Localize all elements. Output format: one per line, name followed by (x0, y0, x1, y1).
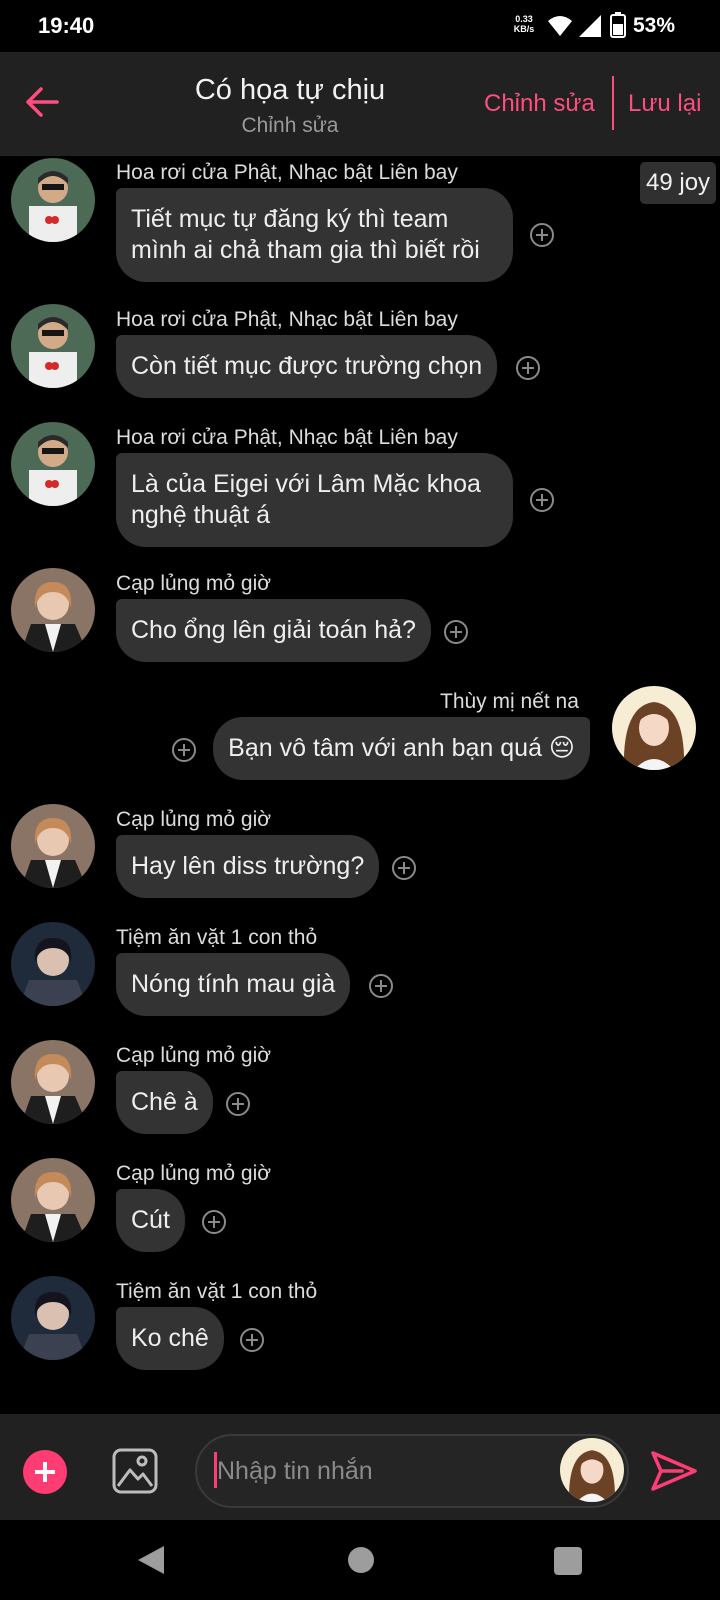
sender-name: Hoa rơi cửa Phật, Nhạc bật Liên bay (116, 161, 458, 184)
recent-square-icon[interactable] (554, 1547, 582, 1575)
message-bubble[interactable]: Nóng tính mau già (116, 953, 351, 1016)
react-plus-icon[interactable] (530, 223, 554, 247)
sender-name: Tiệm ăn vặt 1 con thỏ (116, 1280, 318, 1303)
back-arrow-icon[interactable] (25, 85, 59, 119)
joy-badge: 49 joy (640, 162, 717, 204)
battery-percent: 53% (633, 14, 676, 37)
signal-icon (579, 15, 601, 37)
sender-name: Cạp lủng mỏ giờ (116, 808, 272, 831)
react-plus-icon[interactable] (369, 974, 393, 998)
react-plus-icon[interactable] (172, 738, 196, 762)
send-icon[interactable] (650, 1449, 698, 1493)
react-plus-icon[interactable] (516, 356, 540, 380)
chat-title: Có họa tự chịu (194, 74, 386, 106)
status-bar: 19:40 0.33 KB/s 53% (0, 0, 720, 52)
message-bubble[interactable]: Là của Eigei với Lâm Mặc khoa nghệ thuật… (116, 453, 513, 547)
message-bubble[interactable]: Tiết mục tự đăng ký thì team mình ai chả… (116, 188, 513, 282)
avatar[interactable] (612, 686, 696, 770)
sender-name: Cạp lủng mỏ giờ (116, 1162, 272, 1185)
status-time: 19:40 (38, 13, 95, 38)
sender-name: Cạp lủng mỏ giờ (116, 1044, 272, 1067)
edit-button[interactable]: Chỉnh sửa (484, 90, 595, 118)
message-bubble[interactable]: Chê à (116, 1071, 213, 1134)
home-circle-icon[interactable] (348, 1547, 374, 1573)
image-icon[interactable] (112, 1448, 158, 1494)
avatar[interactable] (11, 304, 95, 388)
plus-icon[interactable] (23, 1450, 67, 1494)
character-avatar[interactable] (560, 1438, 624, 1502)
avatar[interactable] (11, 158, 95, 242)
message-bubble[interactable]: Cho ổng lên giải toán hả? (116, 599, 431, 662)
avatar[interactable] (11, 804, 95, 888)
avatar[interactable] (11, 568, 95, 652)
react-plus-icon[interactable] (392, 856, 416, 880)
message-bubble[interactable]: Cút (116, 1189, 185, 1252)
react-plus-icon[interactable] (530, 488, 554, 512)
react-plus-icon[interactable] (226, 1092, 250, 1116)
chat-header: Có họa tự chịu Chỉnh sửa Chỉnh sửa Lưu l… (0, 52, 720, 156)
sender-name: Hoa rơi cửa Phật, Nhạc bật Liên bay (116, 426, 458, 449)
avatar[interactable] (11, 1040, 95, 1124)
wifi-icon (548, 16, 572, 36)
sender-name: Thùy mị nết na (440, 690, 579, 713)
avatar[interactable] (11, 922, 95, 1006)
avatar[interactable] (11, 422, 95, 506)
message-list[interactable]: Hoa rơi cửa Phật, Nhạc bật Liên bay Tiết… (0, 156, 720, 1414)
battery-icon (610, 12, 626, 38)
message-bubble[interactable]: Ko chê (116, 1307, 224, 1370)
avatar[interactable] (11, 1158, 95, 1242)
react-plus-icon[interactable] (444, 620, 468, 644)
chat-subtitle: Chỉnh sửa (241, 114, 339, 137)
network-speed: 0.33 KB/s (513, 14, 535, 34)
react-plus-icon[interactable] (202, 1210, 226, 1234)
save-button[interactable]: Lưu lại (628, 90, 701, 118)
header-divider (612, 76, 614, 130)
back-triangle-icon[interactable] (136, 1544, 166, 1576)
message-bubble[interactable]: Hay lên diss trường? (116, 835, 380, 898)
react-plus-icon[interactable] (240, 1328, 264, 1352)
sender-name: Cạp lủng mỏ giờ (116, 572, 272, 595)
sender-name: Hoa rơi cửa Phật, Nhạc bật Liên bay (116, 308, 458, 331)
avatar[interactable] (11, 1276, 95, 1360)
sender-name: Tiệm ăn vặt 1 con thỏ (116, 926, 318, 949)
message-bubble[interactable]: Còn tiết mục được trường chọn (116, 335, 498, 398)
message-bubble[interactable]: Bạn vô tâm với anh bạn quá 😔 (213, 717, 590, 780)
system-nav-bar (0, 1520, 720, 1600)
message-composer (0, 1414, 720, 1520)
text-cursor (214, 1452, 217, 1488)
